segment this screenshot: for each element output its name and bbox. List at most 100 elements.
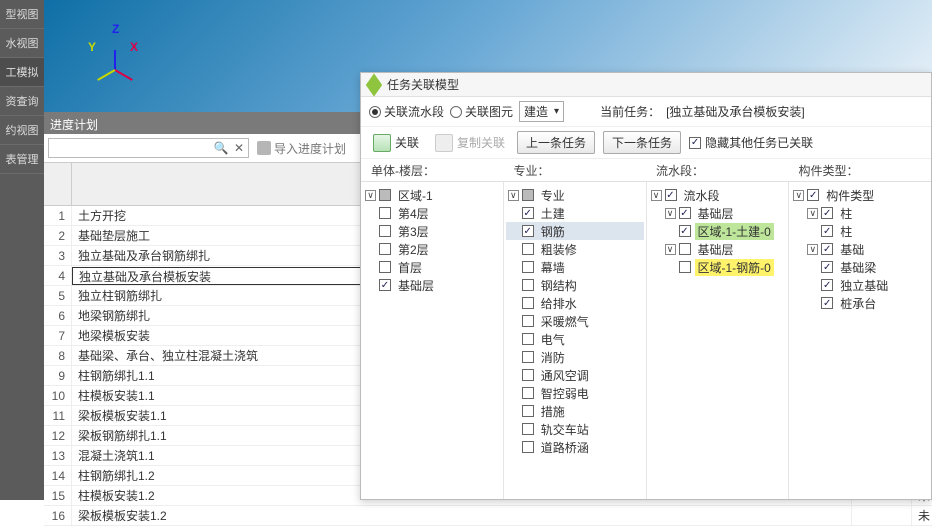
checkbox-icon[interactable] (379, 225, 391, 237)
checkbox-icon[interactable] (522, 261, 534, 273)
checkbox-icon[interactable] (522, 387, 534, 399)
checkbox-icon[interactable] (522, 369, 534, 381)
checkbox-icon[interactable] (522, 405, 534, 417)
prev-task-button[interactable]: 上一条任务 (517, 131, 595, 154)
mode-dropdown[interactable]: 建造 (519, 101, 564, 122)
checkbox-icon[interactable] (665, 189, 677, 201)
import-label: 导入进度计划 (274, 140, 346, 157)
twisty-icon[interactable]: ∨ (665, 208, 676, 219)
col-floor-header: 单体-楼层： (361, 162, 504, 179)
row-num: 16 (44, 506, 72, 526)
twisty-icon[interactable]: ∨ (807, 208, 818, 219)
checkbox-icon[interactable] (821, 261, 833, 273)
checkbox-icon[interactable] (522, 297, 534, 309)
row-num: 3 (44, 246, 72, 266)
checkbox-icon[interactable] (821, 243, 833, 255)
dialog-titlebar[interactable]: 任务关联模型 (361, 73, 931, 97)
axis-gizmo: Z X Y (74, 20, 134, 70)
tree-major[interactable]: ∨专业土建钢筋粗装修幕墙钢结构给排水采暖燃气电气消防通风空调智控弱电措施轨交车站… (504, 182, 647, 499)
cube-icon (366, 73, 382, 96)
checkbox-icon[interactable] (807, 189, 819, 201)
row-num: 4 (44, 266, 72, 286)
checkbox-icon[interactable] (522, 207, 534, 219)
tree-floor[interactable]: ∨区域-1第4层第3层第2层首层基础层 (361, 182, 504, 499)
checkbox-icon[interactable] (379, 261, 391, 273)
twisty-icon[interactable]: ∨ (807, 244, 818, 255)
row-num: 8 (44, 346, 72, 366)
twisty-icon[interactable]: ∨ (651, 190, 662, 201)
checkbox-icon[interactable] (522, 279, 534, 291)
tree-component[interactable]: ∨构件类型 ∨柱 柱 ∨基础 基础梁 独立基础 桩承台 (789, 182, 931, 499)
twisty-icon[interactable]: ∨ (508, 190, 519, 201)
hide-linked-checkbox[interactable]: 隐藏其他任务已关联 (689, 134, 813, 151)
search-input[interactable] (49, 141, 212, 155)
radio-flow[interactable]: 关联流水段 (369, 103, 444, 120)
row-num: 12 (44, 426, 72, 446)
axis-z-label: Z (112, 22, 119, 36)
checkbox-icon[interactable] (522, 423, 534, 435)
import-plan-button[interactable]: 导入进度计划 (253, 138, 350, 159)
link-model-dialog: 任务关联模型 关联流水段 关联图元 建造 当前任务： [独立基础及承台模板安装]… (360, 72, 932, 500)
col-major-header: 专业： (504, 162, 647, 179)
row-num: 6 (44, 306, 72, 326)
checkbox-icon[interactable] (679, 243, 691, 255)
row-flag (852, 506, 912, 526)
checkbox-icon[interactable] (522, 225, 534, 237)
checkbox-icon[interactable] (679, 261, 691, 273)
twisty-icon[interactable]: ∨ (665, 244, 676, 255)
copy-link-button[interactable]: 复制关联 (431, 132, 509, 154)
nav-item-2[interactable]: 工模拟 (0, 58, 44, 87)
radio-icon (369, 106, 381, 118)
checkbox-icon[interactable] (379, 207, 391, 219)
next-task-button[interactable]: 下一条任务 (603, 131, 681, 154)
nav-item-1[interactable]: 水视图 (0, 29, 44, 58)
checkbox-icon[interactable] (379, 189, 391, 201)
twisty-icon[interactable]: ∨ (365, 190, 376, 201)
current-task-label: 当前任务： (600, 103, 660, 120)
row-num: 5 (44, 286, 72, 306)
checkbox-icon[interactable] (821, 297, 833, 309)
checkbox-icon[interactable] (522, 441, 534, 453)
checkbox-icon[interactable] (522, 243, 534, 255)
row-num: 2 (44, 226, 72, 246)
link-icon (373, 134, 391, 152)
checkbox-icon[interactable] (522, 333, 534, 345)
row-num: 13 (44, 446, 72, 466)
row-num: 15 (44, 486, 72, 506)
table-row[interactable]: 16梁板模板安装1.2未 (44, 506, 932, 526)
twisty-icon[interactable]: ∨ (793, 190, 804, 201)
checkbox-icon[interactable] (821, 279, 833, 291)
col-num-header (44, 163, 72, 205)
checkbox-icon[interactable] (821, 225, 833, 237)
checkbox-icon[interactable] (821, 207, 833, 219)
row-name[interactable]: 梁板模板安装1.2 (72, 506, 852, 526)
checkbox-icon[interactable] (379, 243, 391, 255)
checkbox-icon[interactable] (522, 351, 534, 363)
row-num: 11 (44, 406, 72, 426)
checkbox-icon[interactable] (679, 225, 691, 237)
row-num: 14 (44, 466, 72, 486)
import-icon (257, 141, 271, 155)
tree-flow[interactable]: ∨流水段 ∨基础层 区域-1-土建-0 ∨基础层 区域-1-钢筋-0 (647, 182, 790, 499)
checkbox-icon (689, 137, 701, 149)
copy-icon (435, 134, 453, 152)
row-num: 7 (44, 326, 72, 346)
clear-icon[interactable]: ✕ (230, 141, 248, 155)
search-icon[interactable]: 🔍 (212, 141, 230, 155)
nav-item-3[interactable]: 资查询 (0, 87, 44, 116)
link-button[interactable]: 关联 (369, 132, 423, 154)
nav-item-4[interactable]: 约视图 (0, 116, 44, 145)
nav-item-0[interactable]: 型视图 (0, 0, 44, 29)
checkbox-icon[interactable] (679, 207, 691, 219)
checkbox-icon[interactable] (522, 189, 534, 201)
checkbox-icon[interactable] (379, 279, 391, 291)
axis-y-label: Y (88, 40, 96, 54)
row-num: 9 (44, 366, 72, 386)
checkbox-icon[interactable] (522, 315, 534, 327)
col-flow-header: 流水段： (646, 162, 789, 179)
col-comp-header: 构件类型： (789, 162, 932, 179)
radio-element[interactable]: 关联图元 (450, 103, 513, 120)
dialog-title: 任务关联模型 (387, 76, 459, 93)
left-nav: 型视图 水视图 工模拟 资查询 约视图 表管理 (0, 0, 44, 500)
nav-item-5[interactable]: 表管理 (0, 145, 44, 174)
